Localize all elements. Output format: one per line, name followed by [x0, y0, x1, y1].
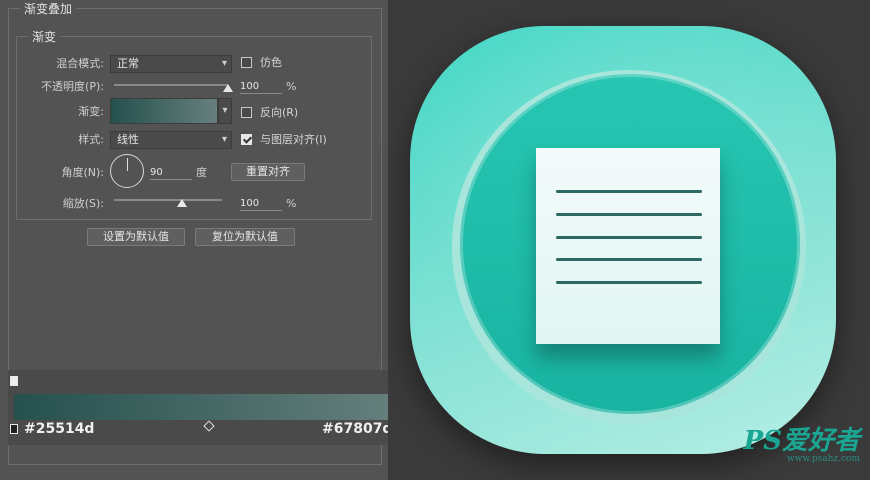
note-line: [556, 258, 702, 261]
gradient-label: 渐变:: [78, 105, 104, 118]
opacity-label: 不透明度(P):: [41, 80, 104, 93]
dither-label: 仿色: [260, 56, 282, 69]
note-line: [556, 281, 702, 284]
opacity-slider-track[interactable]: [114, 84, 228, 86]
scale-unit: %: [286, 197, 297, 210]
midpoint-diamond-icon[interactable]: [203, 420, 215, 432]
chevron-down-icon[interactable]: ▾: [218, 98, 232, 124]
left-stop-color-label: #25514d: [24, 421, 95, 437]
left-color-stop-icon[interactable]: [10, 424, 18, 434]
chevron-down-icon: ▾: [221, 58, 227, 69]
reset-to-default-button[interactable]: 复位为默认值: [195, 228, 295, 246]
opacity-slider-thumb[interactable]: [223, 84, 233, 92]
note-document-icon: [536, 148, 720, 344]
angle-unit: 度: [196, 166, 207, 179]
scale-slider-thumb[interactable]: [176, 199, 187, 207]
scale-slider-track[interactable]: [114, 199, 222, 201]
reverse-checkbox[interactable]: [241, 107, 252, 118]
angle-label: 角度(N):: [61, 166, 104, 179]
note-line: [556, 190, 702, 193]
right-stop-color-label: #67807d: [322, 421, 393, 437]
make-default-button[interactable]: 设置为默认值: [87, 228, 185, 246]
watermark-logo: PS爱好者 www.psahz.com: [744, 428, 860, 464]
angle-input[interactable]: 90: [150, 166, 192, 180]
note-line: [556, 213, 702, 216]
opacity-unit: %: [286, 80, 297, 93]
left-opacity-stop-icon[interactable]: [10, 376, 18, 386]
watermark-main: PS爱好者: [743, 426, 860, 456]
reverse-label: 反向(R): [260, 106, 299, 119]
dither-checkbox[interactable]: [241, 57, 252, 68]
gradient-editor: #25514d #67807d: [8, 370, 412, 445]
chevron-down-icon: ▾: [221, 134, 227, 145]
blend-mode-value: 正常: [117, 57, 139, 70]
group-title: 渐变: [28, 30, 61, 44]
opacity-input[interactable]: 100: [240, 80, 282, 94]
style-label: 样式:: [78, 133, 104, 146]
scale-input[interactable]: 100: [240, 197, 282, 211]
section-title: 渐变叠加: [20, 2, 77, 16]
gradient-picker-swatch[interactable]: [110, 98, 218, 124]
style-value: 线性: [117, 133, 139, 146]
scale-label: 缩放(S):: [62, 197, 104, 210]
align-with-layer-checkbox[interactable]: [241, 134, 252, 145]
reset-alignment-button[interactable]: 重置对齐: [231, 163, 305, 181]
align-with-layer-label: 与图层对齐(I): [260, 133, 327, 146]
gradient-bar[interactable]: [14, 394, 404, 420]
blend-mode-label: 混合模式:: [56, 57, 104, 70]
angle-dial[interactable]: [110, 154, 144, 188]
note-line: [556, 236, 702, 239]
style-dropdown[interactable]: 线性 ▾: [110, 131, 232, 149]
blend-mode-dropdown[interactable]: 正常 ▾: [110, 55, 232, 73]
icon-preview-canvas: PS爱好者 www.psahz.com: [388, 0, 870, 480]
